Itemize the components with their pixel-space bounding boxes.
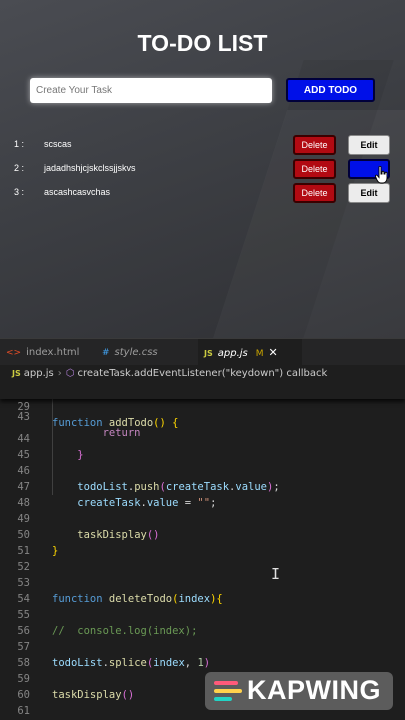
tab-style-css[interactable]: # style.css — [96, 339, 198, 366]
task-input[interactable] — [30, 78, 272, 103]
add-todo-button[interactable]: ADD TODO — [286, 78, 375, 102]
css-file-icon: # — [102, 348, 110, 358]
code-line: 52 — [0, 543, 405, 573]
code-line: 59 taskDisplay() — [0, 655, 405, 701]
kapwing-logo-icon — [214, 681, 242, 701]
breadcrumb-symbol[interactable]: createTask.addEventListener("keydown") c… — [77, 368, 327, 379]
todo-text: ascashcasvchas — [44, 187, 111, 197]
todo-number: 3 : — [14, 187, 25, 197]
edit-button[interactable]: Edit — [348, 183, 390, 203]
close-icon[interactable]: ✕ — [269, 346, 278, 359]
chevron-right-icon: › — [57, 368, 62, 379]
delete-button[interactable]: Delete — [293, 159, 336, 179]
edit-button[interactable]: Edit — [348, 135, 390, 155]
tab-label: index.html — [26, 347, 80, 358]
tab-index-html[interactable]: <> index.html — [0, 339, 96, 366]
code-line: 57 todoList.splice(index, 1) — [0, 623, 405, 669]
delete-button[interactable]: Delete — [293, 135, 336, 155]
tab-app-js[interactable]: JS app.js M ✕ — [198, 339, 302, 366]
html-file-icon: <> — [6, 348, 22, 358]
code-line: 55 // console.log(index); — [0, 591, 405, 637]
delete-button[interactable]: Delete — [293, 183, 336, 203]
todo-item: 1 : scscas Delete Edit — [0, 135, 405, 155]
code-line: 53 function deleteTodo(index){ — [0, 559, 405, 605]
code-line: 51 — [0, 527, 405, 557]
code-line: 48 — [0, 479, 405, 509]
code-line: 49 taskDisplay() — [0, 495, 405, 541]
todo-number: 1 : — [14, 139, 25, 149]
todo-text: scscas — [44, 139, 72, 149]
code-line: 46 todoList.push(createTask.value); — [0, 447, 405, 493]
code-text: function addTodo() { — [52, 417, 179, 429]
code-line: 50 } — [0, 511, 405, 557]
line-number: 29 — [17, 401, 30, 413]
code-line: 56 — [0, 607, 405, 637]
tab-label: app.js — [217, 348, 248, 359]
tab-label: style.css — [114, 347, 158, 358]
app-title: TO-DO LIST — [137, 30, 268, 56]
code-area[interactable]: 29 function addTodo() { 43 return 44 } 4… — [0, 383, 405, 720]
editor-tab-bar: <> index.html # style.css JS app.js M ✕ — [0, 338, 405, 366]
edit-button[interactable]: Edit — [348, 159, 390, 179]
js-file-icon: JS — [12, 369, 21, 378]
code-line: 45 — [0, 431, 405, 461]
code-line: 47 createTask.value = ""; — [0, 463, 405, 509]
kapwing-watermark: KAPWING — [205, 672, 393, 710]
method-cube-icon: ⬡ — [65, 368, 75, 379]
watermark-text: KAPWING — [247, 675, 381, 705]
todo-app-preview: TO-DO LIST ADD TODO 1 : scscas Delete Ed… — [0, 0, 405, 338]
code-line-sticky: 29 function addTodo() { — [0, 383, 405, 429]
todo-number: 2 : — [14, 163, 25, 173]
modified-indicator: M — [255, 349, 264, 359]
todo-item: 3 : ascashcasvchas Delete Edit — [0, 183, 405, 203]
code-editor: <> index.html # style.css JS app.js M ✕ JS app… — [0, 338, 405, 720]
breadcrumb-file[interactable]: app.js — [24, 368, 54, 379]
todo-text: jadadhshjcjskclssjjskvs — [44, 163, 136, 173]
js-file-icon: JS — [204, 349, 213, 358]
code-line: 54 — [0, 575, 405, 605]
code-line: 58 — [0, 639, 405, 669]
breadcrumb: JS app.js › ⬡ createTask.addEventListener("k… — [0, 365, 405, 383]
todo-item: 2 : jadadhshjcjskclssjjskvs Delete Edit — [0, 159, 405, 179]
